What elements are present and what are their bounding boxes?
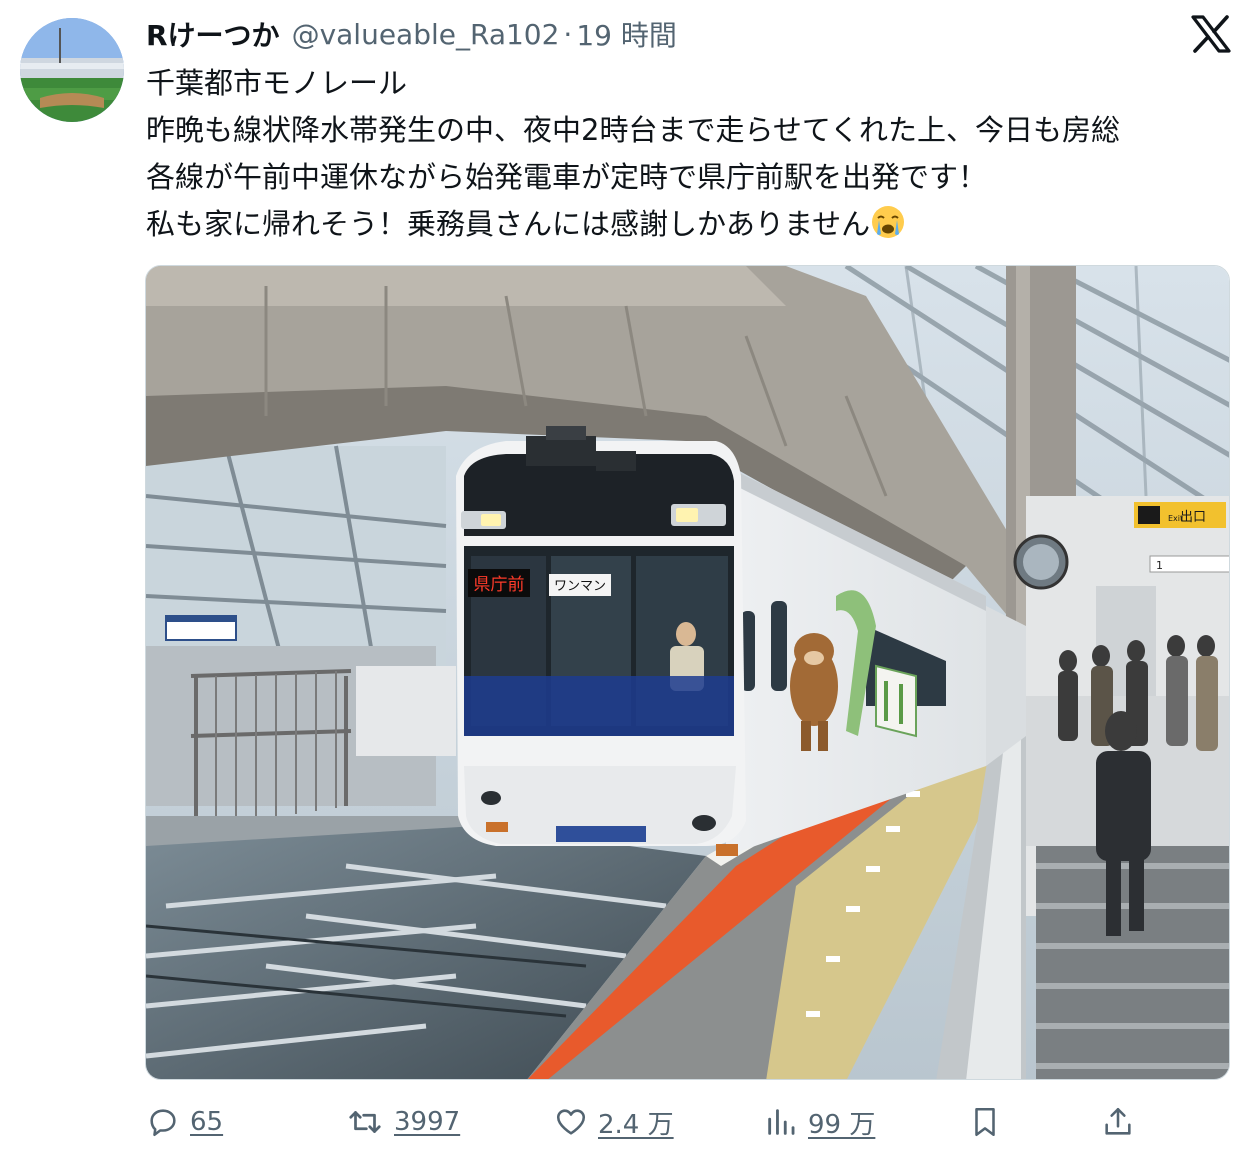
tweet-line: 各線が午前中運休ながら始発電車が定時で県庁前駅を出発です！ <box>146 160 988 194</box>
like-icon <box>556 1109 586 1135</box>
platform-number: 1 <box>1156 559 1163 572</box>
bookmark-icon <box>975 1107 995 1137</box>
views-button[interactable]: 99 万 <box>764 1098 875 1146</box>
oneman-sign: ワンマン <box>554 579 606 594</box>
like-count: 2.4 万 <box>598 1109 674 1140</box>
destination-sign: 県庁前 <box>474 575 525 595</box>
exit-sign-en: Exit <box>1168 514 1183 523</box>
reply-button[interactable]: 65 <box>146 1098 223 1146</box>
timestamp[interactable]: 19 時間 <box>576 14 677 54</box>
share-button[interactable] <box>1101 1098 1135 1146</box>
action-bar: 65 3997 2.4 万 99 万 <box>146 1098 1236 1146</box>
user-handle[interactable]: @valueable_Ra102 <box>292 18 560 51</box>
bookmark-button[interactable] <box>968 1098 1002 1146</box>
loudly-crying-face-icon <box>870 204 906 240</box>
tweet-photo[interactable]: 出口 Exit 1 県庁前 ワンマン <box>145 265 1230 1080</box>
retweet-count: 3997 <box>394 1107 461 1137</box>
tweet: Rけーつか @valueable_Ra102 · 19 時間 千葉都市モノレール… <box>0 0 1249 1169</box>
tweet-line-text: 私も家に帰れそう！乗務員さんには感謝しかありません <box>146 207 871 241</box>
tweet-line: 私も家に帰れそう！乗務員さんには感謝しかありません <box>146 201 1226 248</box>
retweet-icon <box>349 1111 381 1133</box>
avatar[interactable] <box>20 18 124 122</box>
tweet-line: 昨晩も線状降水帯発生の中、夜中2時台まで走らせてくれた上、今日も房総 <box>146 113 1121 147</box>
views-count: 99 万 <box>808 1109 876 1140</box>
tweet-line: 千葉都市モノレール <box>146 66 408 100</box>
reply-count: 65 <box>190 1107 224 1137</box>
share-icon <box>1105 1107 1131 1135</box>
like-button[interactable]: 2.4 万 <box>554 1098 674 1146</box>
retweet-button[interactable]: 3997 <box>346 1098 460 1146</box>
tweet-text: 千葉都市モノレール 昨晩も線状降水帯発生の中、夜中2時台まで走らせてくれた上、今… <box>146 60 1226 248</box>
views-icon <box>768 1109 795 1135</box>
x-logo-icon[interactable] <box>1190 14 1232 54</box>
display-name[interactable]: Rけーつか <box>146 14 280 54</box>
tweet-header: Rけーつか @valueable_Ra102 · 19 時間 <box>146 14 677 54</box>
separator: · <box>563 17 573 51</box>
exit-sign: 出口 <box>1180 510 1206 525</box>
reply-icon <box>150 1109 176 1137</box>
